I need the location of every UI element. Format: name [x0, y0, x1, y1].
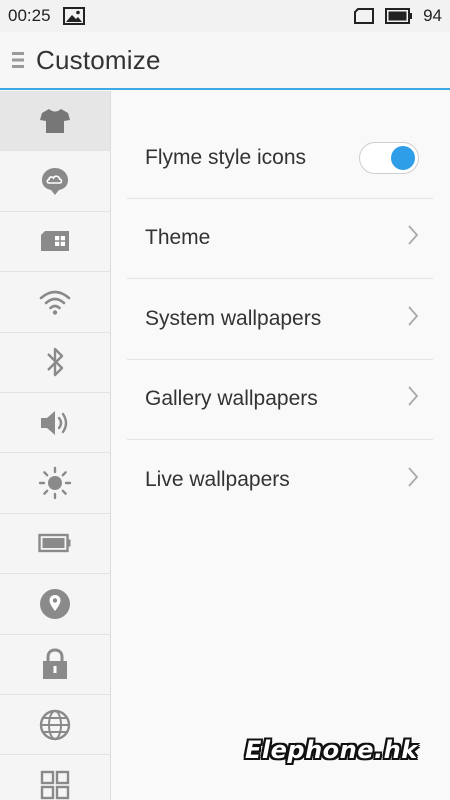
customize-settings-list: Flyme style icons Theme System wallpaper… — [127, 118, 433, 521]
sidebar-item-cloud[interactable] — [0, 151, 110, 212]
battery-icon — [38, 533, 72, 553]
location-icon — [39, 588, 71, 620]
page-title: Customize — [36, 44, 161, 75]
setting-label: System wallpapers — [145, 306, 322, 330]
image-notification-icon — [62, 7, 85, 25]
sidebar-item-language[interactable] — [0, 695, 110, 756]
chevron-right-icon — [407, 224, 419, 252]
sidebar-item-security[interactable] — [0, 635, 110, 695]
setting-system-wallpapers[interactable]: System wallpapers — [127, 279, 433, 360]
sidebar-item-sound[interactable] — [0, 393, 110, 454]
setting-label: Live wallpapers — [145, 468, 290, 492]
sidebar-item-battery[interactable] — [0, 514, 110, 575]
settings-category-sidebar — [0, 91, 111, 800]
toggle-knob — [391, 145, 415, 170]
chevron-right-icon — [407, 305, 419, 333]
sidebar-item-sim[interactable] — [0, 212, 110, 273]
status-time: 00:25 — [8, 6, 51, 25]
sidebar-item-display[interactable] — [0, 453, 110, 514]
app-header: Customize — [0, 32, 450, 90]
wifi-icon — [38, 288, 72, 316]
sidebar-item-wifi[interactable] — [0, 272, 110, 333]
screen-icon — [353, 7, 375, 25]
sim-card-icon — [39, 229, 71, 253]
chevron-right-icon — [407, 385, 419, 413]
customize-panel: Flyme style icons Theme System wallpaper… — [111, 91, 450, 800]
chevron-right-icon — [407, 466, 419, 494]
battery-level: 94 — [423, 6, 442, 25]
battery-icon — [385, 8, 413, 24]
menu-icon[interactable] — [0, 31, 36, 89]
sidebar-item-location[interactable] — [0, 574, 110, 635]
watermark-logo: Elephone.hk — [245, 736, 418, 764]
setting-label: Gallery wallpapers — [145, 387, 318, 411]
setting-label: Flyme style icons — [145, 145, 307, 169]
setting-live-wallpapers[interactable]: Live wallpapers — [127, 440, 433, 521]
sidebar-item-bluetooth[interactable] — [0, 333, 110, 393]
bluetooth-icon — [44, 345, 66, 379]
setting-theme[interactable]: Theme — [127, 199, 433, 279]
brightness-icon — [38, 466, 72, 500]
shirt-icon — [39, 107, 71, 135]
setting-gallery-wallpapers[interactable]: Gallery wallpapers — [127, 360, 433, 440]
flyme-icons-toggle[interactable] — [359, 141, 419, 174]
setting-flyme-style-icons[interactable]: Flyme style icons — [127, 118, 433, 199]
status-bar: 00:25 94 — [0, 0, 450, 32]
cloud-pin-icon — [40, 166, 70, 196]
speaker-icon — [39, 408, 71, 438]
sidebar-item-customize[interactable] — [0, 91, 110, 152]
sidebar-item-apps[interactable] — [0, 755, 110, 800]
lock-icon — [41, 647, 69, 681]
globe-icon — [39, 709, 71, 741]
apps-grid-icon — [40, 770, 70, 800]
setting-label: Theme — [145, 226, 211, 250]
